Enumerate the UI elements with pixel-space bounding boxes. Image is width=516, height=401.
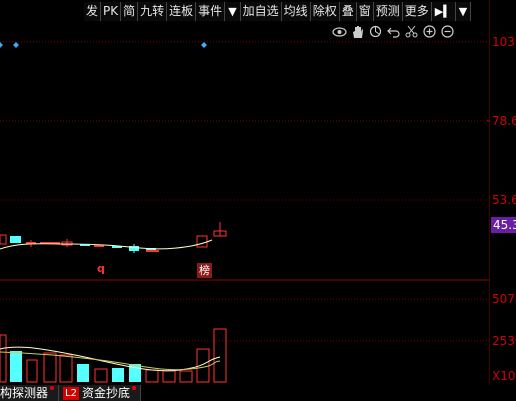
volume-bar xyxy=(10,351,22,382)
candle xyxy=(10,236,21,243)
tab-structure-detector[interactable]: 构探测器 xyxy=(0,385,60,401)
current-price-badge: 45.3 xyxy=(491,217,516,233)
price-label-low: 53.6 xyxy=(492,193,516,207)
q-marker[interactable]: q xyxy=(97,262,105,275)
event-diamond xyxy=(201,42,207,48)
kline-chart[interactable] xyxy=(0,0,490,385)
volume-bar xyxy=(213,328,227,383)
volume-bar xyxy=(59,354,73,383)
volume-bar xyxy=(77,364,89,382)
tab-fund-bottom-fishing-label: 资金抄底 xyxy=(81,386,130,400)
candle xyxy=(146,250,159,252)
notification-dot-icon xyxy=(50,386,55,390)
volume-unit-label: X10 xyxy=(492,369,516,383)
event-diamond xyxy=(13,42,19,48)
volume-bar xyxy=(43,352,57,383)
ranking-marker[interactable]: 榜 xyxy=(197,263,212,278)
l2-badge: L2 xyxy=(63,386,79,400)
volume-bar xyxy=(196,348,210,383)
candle xyxy=(0,234,7,245)
tab-fund-bottom-fishing[interactable]: L2 资金抄底 xyxy=(59,385,141,401)
volume-ma-line-2 xyxy=(0,351,221,371)
volume-bar xyxy=(112,368,124,382)
notification-dot-icon xyxy=(131,386,136,390)
indicator-tabs: 构探测器 L2 资金抄底 xyxy=(0,385,516,401)
volume-bar xyxy=(26,359,38,383)
volume-label-top: 5078 xyxy=(492,292,516,306)
volume-label-mid: 2539 xyxy=(492,334,516,348)
volume-bar xyxy=(162,370,176,383)
volume-bar xyxy=(0,334,7,383)
volume-ma-line-1 xyxy=(0,346,221,372)
tab-structure-detector-label: 构探测器 xyxy=(0,386,49,400)
volume-bar xyxy=(94,368,108,383)
ma-line xyxy=(0,239,213,250)
candle xyxy=(196,235,208,248)
volume-bar xyxy=(145,369,159,383)
price-label-mid: 78.6 xyxy=(492,114,516,128)
event-diamond xyxy=(0,42,3,48)
price-label-top: 103. xyxy=(492,35,516,49)
volume-bar xyxy=(179,370,193,383)
